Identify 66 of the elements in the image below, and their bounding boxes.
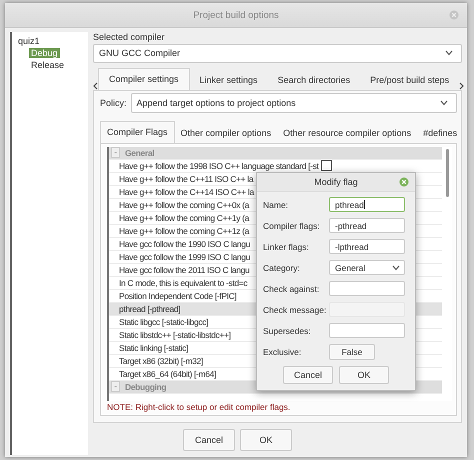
flag-checkbox[interactable] <box>320 160 332 172</box>
flag-label: Have g++ follow the C++14 ISO C++ la <box>119 186 254 197</box>
tab[interactable]: Linker settings <box>190 70 268 90</box>
cancel-button[interactable]: Cancel <box>283 366 333 384</box>
flag-label: Position Independent Code [-fPIC] <box>119 290 236 301</box>
scrollbar-thumb[interactable] <box>446 148 448 197</box>
tab[interactable]: Compiler Flags <box>100 120 175 143</box>
category-label: General <box>125 148 154 158</box>
tab[interactable]: Compiler settings <box>98 68 190 90</box>
close-icon[interactable] <box>449 10 459 20</box>
dropdown-icon <box>445 50 453 56</box>
flag-label: Have g++ follow the coming C++0x (a <box>119 200 249 210</box>
cancel-button[interactable]: Cancel <box>183 429 235 451</box>
ok-button[interactable]: OK <box>339 366 389 384</box>
flag-label: Static libgcc [-static-libgcc] <box>119 316 208 327</box>
flag-label: Target x86_64 (64bit) [-m64] <box>119 368 216 379</box>
flag-label: pthread [-pthread] <box>119 304 180 314</box>
tab[interactable]: Pre/post build steps <box>360 70 460 90</box>
flag-label: Have g++ follow the coming C++1z (a <box>119 226 249 236</box>
dialog-title: Modify flag <box>314 177 358 187</box>
dropdown-value: GNU GCC Compiler <box>99 48 180 58</box>
note-text: NOTE: Right-click to setup or edit compiler flags. <box>107 401 292 413</box>
flag-label: Have gcc follow the 1999 ISO C langu <box>119 252 250 262</box>
tab[interactable]: Search directories <box>268 70 360 90</box>
flag-label: Have gcc follow the 1990 ISO C langu <box>119 238 250 249</box>
input-field[interactable]: -lpthread <box>329 239 405 254</box>
dropdown-icon <box>440 100 448 106</box>
flag-label: Have g++ follow the 1998 ISO C++ language standard [-st <box>119 160 319 171</box>
field-label: Check against: <box>263 284 320 294</box>
flag-label: In C mode, this is equivalent to -std=c <box>119 278 248 288</box>
flag-label: Have g++ follow the C++11 ISO C++ la <box>119 174 254 184</box>
field-label: Selected compiler <box>93 32 166 42</box>
tab[interactable]: Other resource compiler options <box>277 122 418 143</box>
tab[interactable]: #defines <box>417 122 464 143</box>
input-field[interactable]: -pthread <box>329 218 405 233</box>
field-label: Linker flags: <box>263 242 310 252</box>
scroll-left-icon[interactable] <box>93 82 98 90</box>
category-dropdown[interactable]: General <box>329 260 405 275</box>
compiler-dropdown[interactable]: GNU GCC Compiler <box>93 44 462 63</box>
tab[interactable]: Other compiler options <box>174 122 278 143</box>
field-label: Exclusive: <box>263 346 302 356</box>
dropdown-icon <box>392 264 400 270</box>
ok-button[interactable]: OK <box>240 429 292 451</box>
exclusive-button[interactable]: False <box>329 344 375 360</box>
tree-item[interactable]: quiz1 <box>18 36 40 46</box>
window-title: Project build options <box>193 10 279 20</box>
flag-label: Target x86 (32bit) [-m32] <box>119 356 203 366</box>
input-field[interactable] <box>329 281 405 296</box>
field-label: Check message: <box>263 304 328 314</box>
field-label: Policy: <box>100 98 127 108</box>
policy-dropdown[interactable]: Append target options to project options <box>130 92 457 113</box>
input-field[interactable]: pthread <box>329 197 405 212</box>
dropdown-value: Append target options to project options <box>136 98 296 108</box>
scroll-right-icon[interactable] <box>459 82 464 90</box>
flag-label: Static linking [-static] <box>119 342 188 353</box>
flag-label: Have gcc follow the 2011 ISO C langu <box>119 264 250 275</box>
field-label: Supersedes: <box>263 326 312 336</box>
tree-item[interactable]: Release <box>29 60 66 70</box>
flag-label: Have g++ follow the coming C++1y (a <box>119 212 249 223</box>
close-icon[interactable] <box>399 177 409 187</box>
field-label: Category: <box>263 262 301 272</box>
field-label: Name: <box>263 200 290 210</box>
field-label: Compiler flags: <box>263 220 321 230</box>
input-field[interactable] <box>329 323 405 338</box>
flag-label: Static libstdc++ [-static-libstdc++] <box>119 330 231 340</box>
category-label: Debugging <box>125 382 166 392</box>
